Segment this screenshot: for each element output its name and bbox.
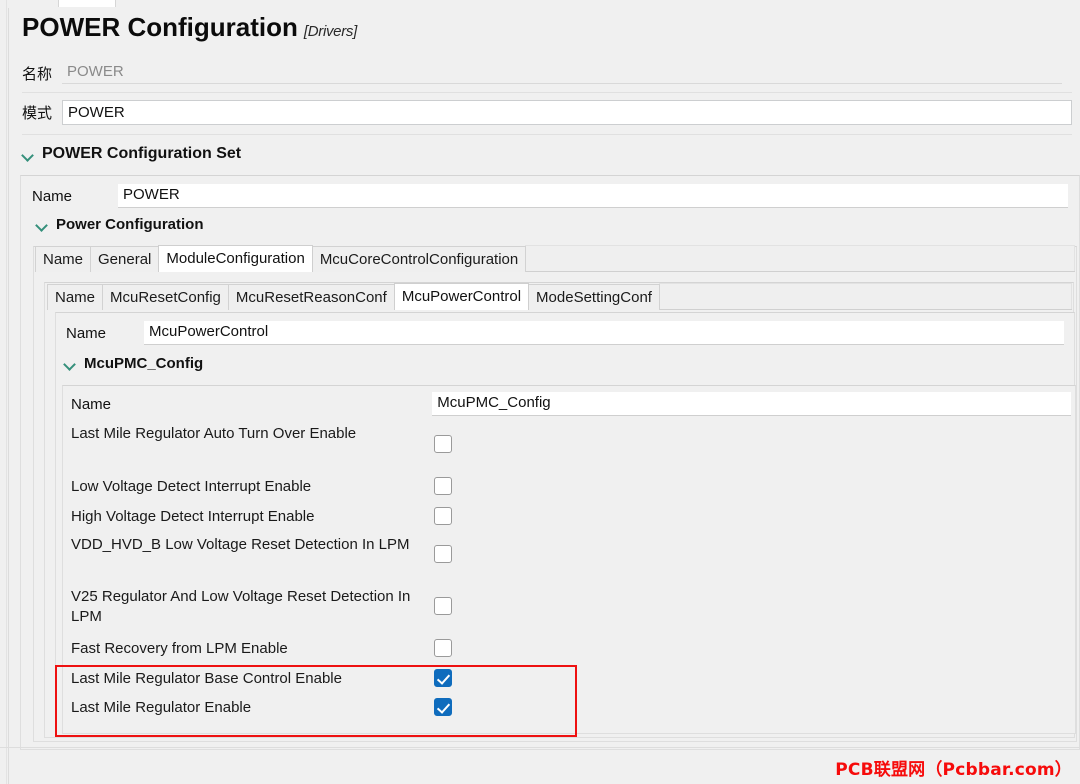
footer-divider — [0, 747, 1080, 748]
section-power-configuration-set-label: POWER Configuration Set — [42, 145, 242, 162]
page-title-subtitle: [Drivers] — [303, 23, 357, 40]
tab-mcupowercontrol[interactable]: McuPowerControl — [393, 283, 530, 310]
chevron-down-icon[interactable] — [36, 218, 49, 231]
header-name-row: 名称 POWER — [22, 62, 1072, 84]
property-label: Last Mile Regulator Base Control Enable — [71, 670, 342, 687]
mcupmc-name-label: Name — [71, 395, 112, 413]
property-checkbox[interactable] — [434, 435, 452, 453]
tab-moduleconfiguration[interactable]: ModuleConfiguration — [158, 245, 313, 272]
property-checkbox[interactable] — [434, 507, 452, 525]
configset-name-row: Name POWER — [32, 184, 1072, 208]
header-mode-field[interactable]: POWER — [62, 100, 1072, 125]
section-mcupmc-config[interactable]: McuPMC_Config — [64, 355, 203, 372]
property-checkbox[interactable] — [434, 477, 452, 495]
tab-mcucorecontrolconfiguration[interactable]: McuCoreControlConfiguration — [311, 246, 527, 272]
window-left-divider — [8, 8, 9, 784]
configuration-editor-window: POWER Configuration [Drivers] 名称 POWER 模式… — [0, 0, 1080, 784]
property-checkbox[interactable] — [434, 639, 452, 657]
header-name-label: 名称 — [22, 64, 53, 83]
mcupowercontrol-name-field[interactable]: McuPowerControl — [144, 321, 1064, 345]
property-label: Low Voltage Detect Interrupt Enable — [71, 478, 312, 495]
watermark-text: PCB联盟网（Pcbbar.com） — [835, 760, 1072, 780]
header-name-field[interactable]: POWER — [62, 62, 1062, 84]
window-left-gutter — [0, 0, 7, 784]
property-label: V25 Regulator And Low Voltage Reset Dete… — [71, 588, 411, 625]
tabstrip-mcupower: Name McuResetConfig McuResetReasonConf M… — [47, 283, 1072, 310]
section-mcupmc-config-label: McuPMC_Config — [84, 355, 204, 372]
editor-tab-fragment[interactable] — [58, 0, 116, 7]
header-mode-label: 模式 — [22, 104, 53, 122]
mcupowercontrol-name-label: Name — [66, 324, 107, 342]
tabstrip-module: Name General ModuleConfiguration McuCore… — [35, 245, 1075, 272]
property-label: Last Mile Regulator Enable — [71, 699, 252, 716]
tab-name[interactable]: Name — [35, 246, 92, 272]
tab-mcuresetreasonconf[interactable]: McuResetReasonConf — [227, 284, 395, 310]
section-power-configuration-set[interactable]: POWER Configuration Set — [22, 145, 241, 163]
chevron-down-icon[interactable] — [22, 148, 35, 161]
property-label: Last Mile Regulator Auto Turn Over Enabl… — [71, 425, 357, 442]
chevron-down-icon[interactable] — [64, 357, 77, 370]
page-title-text: POWER Configuration — [22, 12, 298, 42]
property-label: Fast Recovery from LPM Enable — [71, 640, 288, 657]
header-divider-1 — [22, 92, 1072, 93]
tab-general[interactable]: General — [90, 246, 160, 272]
property-checkbox[interactable] — [434, 545, 452, 563]
page-title: POWER Configuration [Drivers] — [22, 12, 357, 43]
property-checkbox[interactable] — [434, 597, 452, 615]
mcupmc-name-field[interactable]: McuPMC_Config — [432, 392, 1071, 416]
configset-name-label: Name — [32, 187, 73, 205]
configset-name-field[interactable]: POWER — [118, 184, 1068, 208]
tabstrip-mcupower-filler — [658, 283, 1072, 309]
tab-mcuresetconfig[interactable]: McuResetConfig — [102, 284, 229, 310]
section-power-configuration-label: Power Configuration — [56, 216, 204, 233]
property-checkbox[interactable] — [434, 669, 452, 687]
property-label: High Voltage Detect Interrupt Enable — [71, 508, 315, 525]
property-checkbox[interactable] — [434, 698, 452, 716]
header-divider-2 — [22, 134, 1072, 135]
tab-modesettingconf[interactable]: ModeSettingConf — [528, 284, 660, 310]
mcupmc-name-row: Name McuPMC_Config — [71, 392, 1071, 416]
header-mode-row: 模式 POWER — [22, 100, 1072, 125]
section-power-configuration[interactable]: Power Configuration — [36, 216, 204, 233]
tabstrip-module-filler — [525, 245, 1075, 271]
tab-name-2[interactable]: Name — [47, 284, 104, 310]
mcupowercontrol-name-row: Name McuPowerControl — [66, 321, 1066, 345]
property-label: VDD_HVD_B Low Voltage Reset Detection In… — [71, 536, 410, 553]
